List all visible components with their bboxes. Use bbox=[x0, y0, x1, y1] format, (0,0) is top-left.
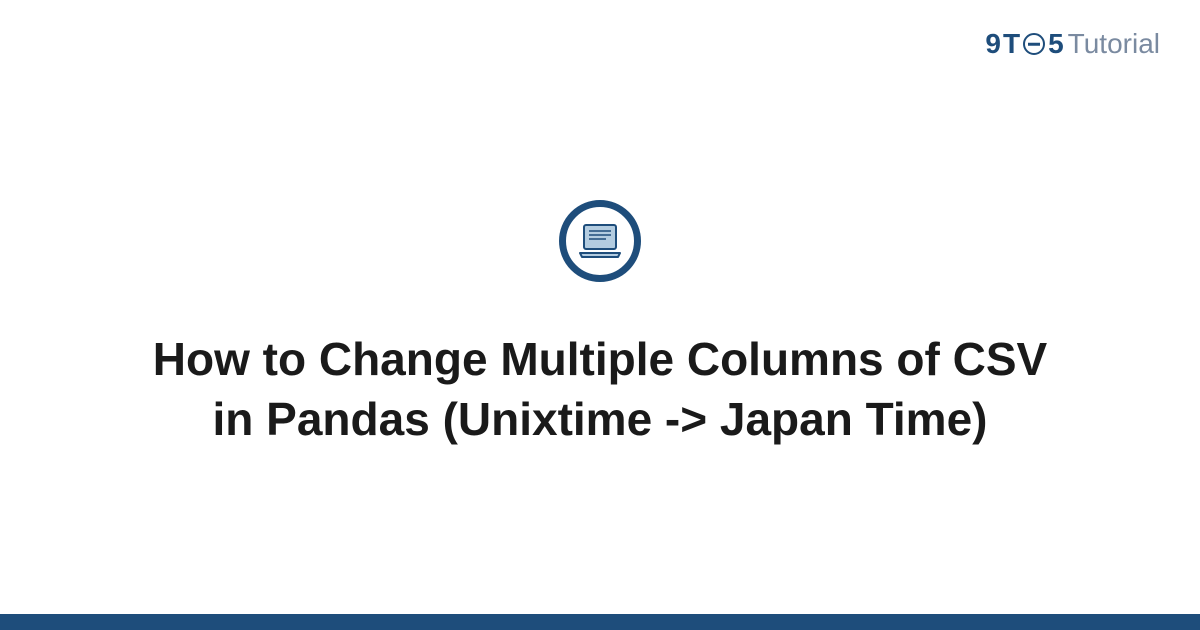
bottom-accent-bar bbox=[0, 614, 1200, 630]
clock-icon bbox=[1023, 33, 1045, 55]
logo-t: T bbox=[1003, 28, 1020, 60]
page-title: How to Change Multiple Columns of CSV in… bbox=[100, 330, 1100, 450]
logo-nine: 9 bbox=[985, 28, 1001, 60]
laptop-svg-icon bbox=[578, 223, 622, 259]
logo-tutorial: Tutorial bbox=[1068, 28, 1160, 60]
main-content: How to Change Multiple Columns of CSV in… bbox=[0, 0, 1200, 630]
logo-five: 5 bbox=[1048, 28, 1064, 60]
brand-logo: 9 T 5 Tutorial bbox=[985, 28, 1160, 60]
laptop-icon bbox=[559, 200, 641, 282]
